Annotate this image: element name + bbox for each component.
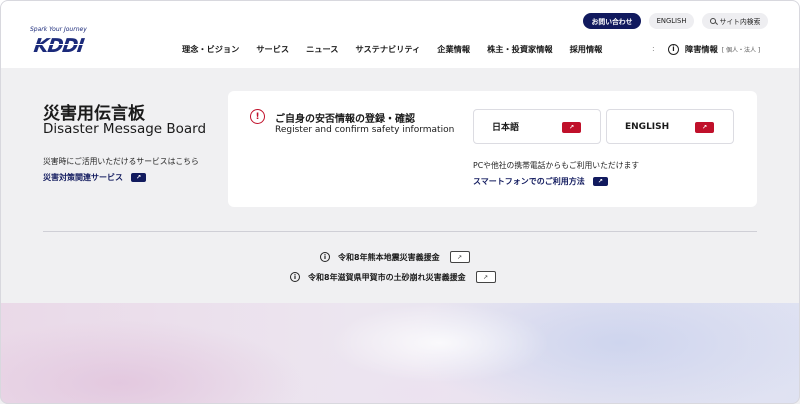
outage-info-label: 障害情報	[685, 44, 718, 54]
news-item-kumamoto[interactable]: i 令和8年熊本地震災害義援金 ↗	[320, 251, 470, 263]
external-link-icon: ↗	[131, 173, 146, 182]
english-site-button[interactable]: ENGLISH	[649, 13, 694, 29]
logo-tagline: Spark Your Journey	[30, 26, 87, 33]
smartphone-usage-link[interactable]: スマートフォンでのご利用方法 ↗	[473, 176, 608, 187]
global-nav: 理念・ビジョン サービス ニュース サステナビリティ 企業情報 株主・投資家情報…	[182, 42, 602, 56]
external-link-icon: ↗	[449, 251, 470, 263]
warning-icon: !	[250, 109, 265, 124]
outage-info-link[interactable]: i 障害情報 [ 個人・法人 ]	[668, 42, 760, 56]
nav-item-corporate[interactable]: 企業情報	[437, 43, 470, 55]
japanese-button-label: 日本語	[492, 123, 520, 133]
card-title: ご自身の安否情報の登録・確認	[275, 114, 415, 125]
kddi-logo[interactable]: Spark Your Journey KDDI	[30, 26, 100, 60]
japanese-button[interactable]: 日本語 ↗	[473, 109, 601, 144]
external-link-icon: ↗	[475, 271, 496, 283]
card-title-en: Register and confirm safety information	[275, 125, 455, 135]
hero-glow	[330, 303, 550, 383]
english-button-label: ENGLISH	[625, 121, 670, 132]
nav-item-investors[interactable]: 株主・投資家情報	[487, 43, 553, 55]
site-search-button[interactable]: サイト内検索	[702, 13, 768, 29]
nav-item-careers[interactable]: 採用情報	[570, 43, 603, 55]
info-icon: i	[290, 272, 300, 282]
external-link-icon: ↗	[695, 122, 714, 133]
english-button[interactable]: ENGLISH ↗	[606, 109, 734, 144]
news-label: 令和8年熊本地震災害義援金	[338, 252, 440, 262]
outage-info-sub: [ 個人・法人 ]	[721, 46, 761, 54]
disaster-services-link[interactable]: 災害対策関連サービス ↗	[43, 172, 146, 183]
site-search-label: サイト内検索	[719, 18, 761, 26]
nav-item-news[interactable]: ニュース	[306, 43, 338, 55]
news-item-shiga[interactable]: i 令和8年滋賀県甲賀市の土砂崩れ災害義援金 ↗	[290, 271, 496, 283]
info-icon: i	[668, 43, 679, 55]
search-icon	[709, 18, 716, 24]
safety-info-card: ! ご自身の安否情報の登録・確認 Register and confirm sa…	[228, 91, 757, 207]
site-header: Spark Your Journey KDDI お問い合わせ ENGLISH サ…	[0, 0, 800, 68]
nav-separator: :	[652, 44, 655, 53]
nav-item-services[interactable]: サービス	[256, 43, 289, 55]
nav-item-sustainability[interactable]: サステナビリティ	[355, 43, 420, 55]
contact-button[interactable]: お問い合わせ	[583, 13, 641, 29]
smartphone-usage-label: スマートフォンでのご利用方法	[473, 177, 585, 186]
page-title-en: Disaster Message Board	[43, 121, 207, 137]
disaster-services-label: 災害対策関連サービス	[43, 173, 123, 182]
news-label: 令和8年滋賀県甲賀市の土砂崩れ災害義援金	[308, 272, 466, 282]
info-icon: i	[320, 252, 330, 262]
external-link-icon: ↗	[592, 177, 608, 186]
page-description: 災害時にご活用いただけるサービスはこちら	[43, 157, 199, 166]
section-divider	[43, 231, 757, 232]
external-link-icon: ↗	[562, 122, 581, 133]
card-note: PCや他社の携帯電話からもご利用いただけます	[473, 161, 640, 170]
nav-item-philosophy[interactable]: 理念・ビジョン	[182, 43, 239, 55]
hero-background	[0, 303, 800, 404]
logo-wordmark: KDDI	[32, 35, 85, 57]
